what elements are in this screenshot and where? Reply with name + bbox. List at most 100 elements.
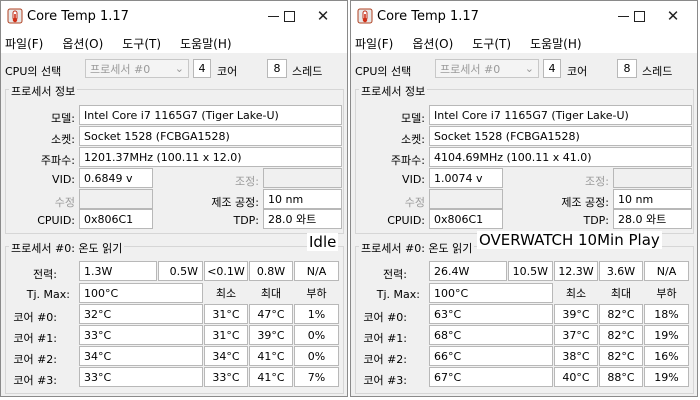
core-max-temperature: 88°C bbox=[599, 367, 643, 387]
core-load-value: 1% bbox=[307, 307, 326, 321]
frequency-label: 주파수: bbox=[390, 154, 425, 167]
core-temp-window: Core Temp 1.17 ✕ 파일(F) 옵션(O) 도구(T) 도움말(H… bbox=[350, 0, 698, 397]
cores-label: 코어 bbox=[567, 65, 588, 78]
power-cores-value: 10.5W bbox=[512, 264, 548, 278]
cpuid-field: 0x806C1 bbox=[79, 209, 153, 229]
model-field: Intel Core i7 1165G7 (Tiger Lake-U) bbox=[79, 105, 342, 125]
core-load: 1% bbox=[294, 304, 339, 324]
core-max-temperature: 82°C bbox=[599, 304, 643, 324]
maximize-icon[interactable] bbox=[279, 6, 299, 26]
processor-select-value: 프로세서 #0 bbox=[90, 62, 151, 76]
cpu-select-label: CPU의 선택 bbox=[355, 65, 412, 78]
max-column-header: 최대 bbox=[260, 287, 282, 300]
chevron-down-icon: ⌄ bbox=[174, 62, 184, 75]
core-label: 코어 #0: bbox=[13, 311, 57, 324]
cpu-select-label: CPU의 선택 bbox=[5, 65, 62, 78]
menu-help[interactable]: 도움말(H) bbox=[180, 35, 232, 52]
vid-field: 0.6849 v bbox=[79, 168, 153, 188]
menu-options[interactable]: 옵션(O) bbox=[62, 35, 103, 52]
close-icon[interactable]: ✕ bbox=[663, 6, 683, 26]
threads-label: 스레드 bbox=[642, 65, 673, 78]
core-temperature: 33°C bbox=[79, 325, 203, 345]
core-label: 코어 #0: bbox=[363, 311, 407, 324]
core-load: 7% bbox=[294, 367, 339, 387]
vid-field: 1.0074 v bbox=[429, 168, 503, 188]
processor-info-title: 프로세서 정보 bbox=[9, 83, 78, 99]
lithography-value: 10 nm bbox=[618, 192, 654, 206]
core-load-value: 18% bbox=[654, 307, 679, 321]
core-load: 16% bbox=[644, 346, 689, 366]
vid-value: 1.0074 v bbox=[434, 171, 483, 185]
tdp-label: TDP: bbox=[233, 214, 259, 227]
core-min-value: 37°C bbox=[562, 328, 590, 342]
model-label: 모델: bbox=[51, 112, 75, 125]
processor-info-title: 프로세서 정보 bbox=[359, 83, 428, 99]
menu-tools[interactable]: 도구(T) bbox=[122, 35, 161, 52]
core-max-value: 82°C bbox=[607, 307, 635, 321]
cpuid-value: 0x806C1 bbox=[434, 212, 484, 226]
core-max-value: 39°C bbox=[257, 328, 285, 342]
power-label: 전력: bbox=[33, 268, 57, 281]
menu-bar: 파일(F) 옵션(O) 도구(T) 도움말(H) bbox=[351, 33, 697, 53]
model-value: Intel Core i7 1165G7 (Tiger Lake-U) bbox=[434, 108, 629, 122]
chevron-down-icon: ⌄ bbox=[524, 62, 534, 75]
lithography-label: 제조 공정: bbox=[561, 196, 609, 209]
tjmax-field: 100°C bbox=[79, 283, 203, 303]
power-other: N/A bbox=[644, 261, 689, 281]
core-load: 0% bbox=[294, 325, 339, 345]
frequency-label: 주파수: bbox=[40, 154, 75, 167]
menu-file[interactable]: 파일(F) bbox=[5, 35, 43, 52]
menu-file[interactable]: 파일(F) bbox=[355, 35, 393, 52]
load-column-header: 부하 bbox=[306, 287, 327, 300]
socket-value: Socket 1528 (FCBGA1528) bbox=[434, 129, 580, 143]
adjust-label: 조정: bbox=[235, 175, 259, 188]
power-cores: 10.5W bbox=[508, 261, 553, 281]
core-min-value: 34°C bbox=[212, 349, 240, 363]
core-min-value: 38°C bbox=[562, 349, 590, 363]
cores-count-value: 4 bbox=[548, 62, 556, 75]
title-bar[interactable]: Core Temp 1.17 ✕ bbox=[1, 1, 347, 33]
core-label: 코어 #3: bbox=[363, 374, 407, 387]
processor-select[interactable]: 프로세서 #0 ⌄ bbox=[435, 59, 539, 78]
core-load: 19% bbox=[644, 325, 689, 345]
core-label: 코어 #1: bbox=[363, 332, 407, 345]
menu-help[interactable]: 도움말(H) bbox=[530, 35, 582, 52]
power-cores-value: 0.5W bbox=[169, 264, 198, 278]
adjust-field bbox=[263, 168, 342, 188]
load-column-header: 부하 bbox=[656, 287, 677, 300]
core-load: 18% bbox=[644, 304, 689, 324]
core-min-temperature: 31°C bbox=[204, 304, 248, 324]
core-min-temperature: 31°C bbox=[204, 325, 248, 345]
menu-tools[interactable]: 도구(T) bbox=[472, 35, 511, 52]
title-bar[interactable]: Core Temp 1.17 ✕ bbox=[351, 1, 697, 33]
close-icon[interactable]: ✕ bbox=[313, 6, 333, 26]
frequency-field: 1201.37MHz (100.11 x 12.0) bbox=[79, 147, 342, 167]
cores-count: 4 bbox=[543, 59, 561, 78]
revision-field bbox=[429, 189, 503, 209]
core-temperature-value: 63°C bbox=[434, 307, 462, 321]
core-load-value: 0% bbox=[307, 349, 326, 363]
power-other-value: N/A bbox=[656, 264, 677, 278]
core-temperature-value: 34°C bbox=[84, 349, 112, 363]
core-max-value: 82°C bbox=[607, 328, 635, 342]
core-label: 코어 #1: bbox=[13, 332, 57, 345]
adjust-field bbox=[613, 168, 692, 188]
socket-label: 소켓: bbox=[401, 133, 425, 146]
model-value: Intel Core i7 1165G7 (Tiger Lake-U) bbox=[84, 108, 279, 122]
max-column-header: 최대 bbox=[610, 287, 632, 300]
socket-value: Socket 1528 (FCBGA1528) bbox=[84, 129, 230, 143]
cores-label: 코어 bbox=[217, 65, 238, 78]
menu-options[interactable]: 옵션(O) bbox=[412, 35, 453, 52]
core-min-temperature: 34°C bbox=[204, 346, 248, 366]
core-temperature-value: 33°C bbox=[84, 328, 112, 342]
menu-bar: 파일(F) 옵션(O) 도구(T) 도움말(H) bbox=[1, 33, 347, 53]
core-max-value: 88°C bbox=[607, 370, 635, 384]
power-other-value: N/A bbox=[306, 264, 327, 278]
core-temperature: 34°C bbox=[79, 346, 203, 366]
tjmax-label: Tj. Max: bbox=[376, 288, 420, 301]
revision-label: 수정 bbox=[404, 196, 425, 209]
core-temp-window: Core Temp 1.17 ✕ 파일(F) 옵션(O) 도구(T) 도움말(H… bbox=[0, 0, 348, 397]
processor-select[interactable]: 프로세서 #0 ⌄ bbox=[85, 59, 189, 78]
maximize-icon[interactable] bbox=[629, 6, 649, 26]
core-temperature: 32°C bbox=[79, 304, 203, 324]
